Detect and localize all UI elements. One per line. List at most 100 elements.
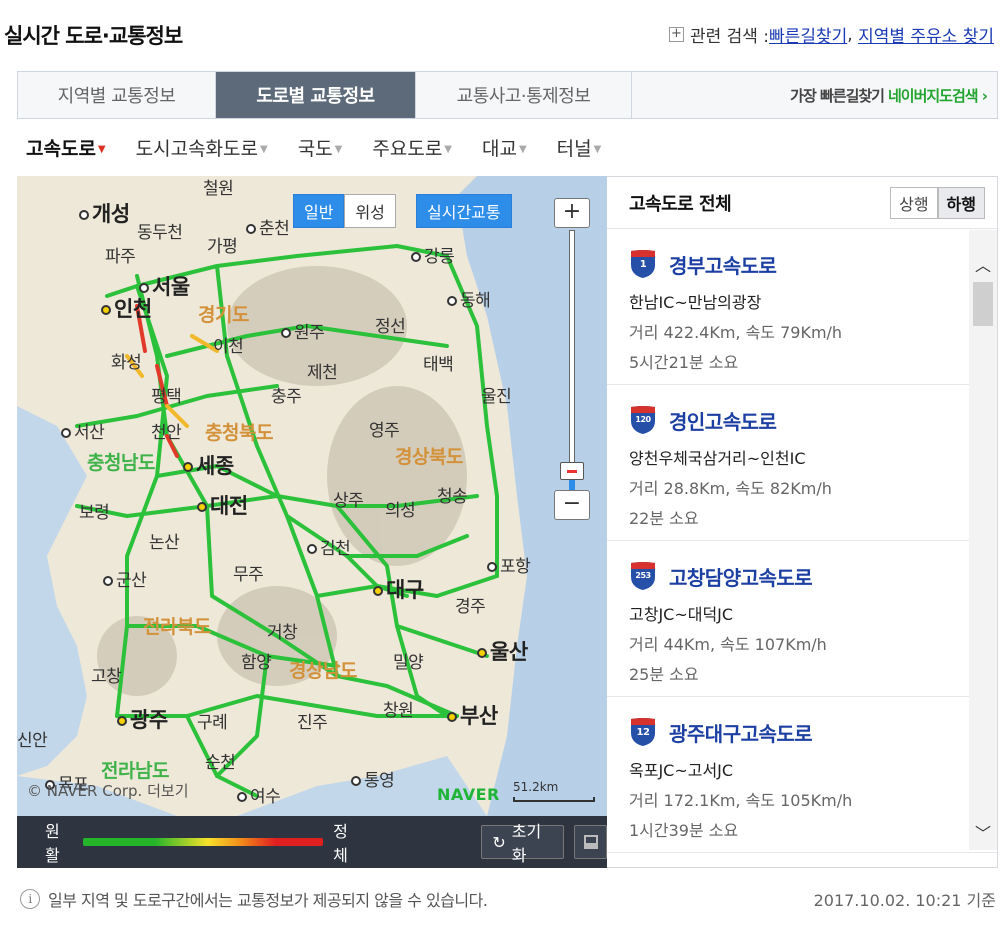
map-label-town: 동해	[447, 286, 491, 311]
plus-icon[interactable]: +	[668, 27, 684, 42]
caret-down-icon: ▼	[334, 144, 343, 155]
road-section: 한남IC~만남의광장	[629, 293, 762, 312]
map-province-label: 경기도	[198, 304, 249, 326]
city-name: 서울	[152, 275, 190, 299]
map-label-city[interactable]: 울산	[477, 636, 528, 666]
tab-regional-traffic[interactable]: 지역별 교통정보	[18, 72, 216, 118]
city-dot-icon	[139, 283, 149, 293]
nav-expressway[interactable]: 고속도로 ▼	[26, 134, 106, 161]
map-label-town: 고창	[91, 667, 122, 687]
road-name-text: 경인고속도로	[669, 409, 777, 434]
zoom-track[interactable]	[569, 230, 575, 488]
legend-gradient-bar	[83, 838, 324, 846]
map-label-city[interactable]: 세종	[183, 450, 234, 480]
scroll-up-icon[interactable]: ︿	[969, 252, 997, 278]
refresh-icon: ↻	[492, 832, 506, 852]
map-province-label: 전라남도	[101, 760, 169, 782]
zoom-in-button[interactable]: +	[554, 198, 590, 228]
nav-main-road[interactable]: 주요도로 ▼	[372, 134, 452, 161]
tab-accident-control[interactable]: 교통사고·통제정보	[416, 72, 632, 118]
road-list-panel: 고속도로 전체 상행 하행 1 경부고속도로 한남IC~만남의광장 거리 422…	[607, 176, 998, 868]
map-label-town: 제천	[307, 363, 338, 383]
direction-up-button[interactable]: 상행	[890, 186, 938, 219]
map-label-town: 강릉	[411, 242, 455, 267]
map-label-town: 울진	[481, 387, 512, 407]
naver-map-search-link[interactable]: 네이버지도검색 ›	[888, 85, 988, 106]
road-item[interactable]: 1 경부고속도로 한남IC~만남의광장 거리 422.4Km, 속도 79Km/…	[607, 229, 997, 385]
road-travel-time: 5시간21분 소요	[629, 353, 739, 372]
caret-down-icon: ▼	[444, 144, 452, 155]
related-search-label: 관련 검색 :	[689, 27, 770, 47]
map-label-town: 진주	[297, 713, 328, 733]
nav-bridge[interactable]: 대교 ▼	[482, 134, 527, 161]
map-province-label: 충청북도	[205, 422, 273, 444]
naver-map-search[interactable]: 가장 빠른길찾기 네이버지도검색 ›	[632, 72, 997, 118]
map-label-town: 원주	[281, 318, 325, 343]
road-name[interactable]: 12 광주대구고속도로	[629, 717, 997, 747]
nav-main-road-label: 주요도로	[372, 138, 443, 160]
map-label-town: 상주	[333, 491, 364, 511]
map-label-town: 통영	[351, 766, 395, 791]
map-label-town: 경주	[455, 597, 486, 617]
road-name[interactable]: 253 고창담양고속도로	[629, 561, 997, 591]
road-item[interactable]: 12 광주대구고속도로 옥포JC~고서JC 거리 172.1Km, 속도 105…	[607, 697, 997, 853]
map-label-city[interactable]: 부산	[447, 700, 498, 730]
map-province-label: 경상남도	[289, 660, 357, 682]
city-dot-icon	[103, 576, 113, 586]
realtime-traffic-button[interactable]: 실시간교통	[416, 194, 512, 228]
town-name: 동해	[460, 291, 491, 311]
map-label-town: 영주	[369, 421, 400, 441]
reset-button[interactable]: ↻ 초기화	[481, 822, 565, 865]
shield-number: 1	[639, 259, 647, 270]
scroll-down-icon[interactable]: ﹀	[969, 820, 997, 846]
map-label-city[interactable]: 개성	[79, 198, 130, 228]
zoom-slider-handle[interactable]	[560, 462, 584, 480]
fast-route-text: 가장 빠른길찾기	[790, 86, 885, 105]
scroll-thumb[interactable]	[973, 282, 993, 326]
map-label-city[interactable]: 대전	[197, 490, 248, 520]
traffic-map[interactable]: 개성 동두천 철원 춘천 가평 파주 강릉 서울 인천 동해 경기도 원주 정선…	[17, 176, 607, 816]
city-dot-icon	[281, 328, 291, 338]
town-name: 춘천	[259, 219, 290, 239]
map-label-city[interactable]: 대구	[373, 574, 424, 604]
road-name[interactable]: 1 경부고속도로	[629, 249, 997, 279]
nav-urban-expressway[interactable]: 도시고속화도로 ▼	[136, 134, 268, 161]
zoom-out-button[interactable]: −	[554, 490, 590, 520]
road-type-nav: 고속도로 ▼ 도시고속화도로 ▼ 국도 ▼ 주요도로 ▼ 대교 ▼ 터널 ▼	[26, 134, 631, 161]
nav-national-road[interactable]: 국도 ▼	[298, 134, 343, 161]
map-type-satellite-button[interactable]: 위성	[344, 194, 396, 228]
map-label-town: 의성	[385, 501, 416, 521]
town-name: 통영	[364, 771, 395, 791]
panel-scrollbar[interactable]: ︿ ﹀	[969, 230, 997, 850]
road-name[interactable]: 120 경인고속도로	[629, 405, 997, 435]
direction-toggle: 상행 하행	[890, 186, 985, 219]
city-dot-icon	[101, 305, 111, 315]
map-type-toggle: 일반 위성	[293, 194, 396, 228]
tab-road-traffic[interactable]: 도로별 교통정보	[216, 72, 416, 118]
map-label-town: 군산	[103, 566, 147, 591]
map-label-town: 포항	[487, 552, 531, 577]
road-distance-speed: 거리 44Km, 속도 107Km/h	[629, 635, 827, 654]
road-item[interactable]: 253 고창담양고속도로 고창JC~대덕JC 거리 44Km, 속도 107Km…	[607, 541, 997, 697]
nav-tunnel[interactable]: 터널 ▼	[557, 134, 602, 161]
map-label-town: 평택	[151, 387, 182, 407]
road-travel-time: 25분 소요	[629, 665, 699, 684]
direction-down-button[interactable]: 하행	[937, 186, 985, 219]
map-label-town: 천안	[151, 423, 182, 443]
map-label-town: 밀양	[393, 653, 424, 673]
map-scale-label: 51.2km	[513, 780, 559, 794]
nav-urban-expressway-label: 도시고속화도로	[135, 138, 258, 160]
road-item[interactable]: 120 경인고속도로 양천우체국삼거리~인천IC 거리 28.8Km, 속도 8…	[607, 385, 997, 541]
highway-shield-icon: 120	[629, 405, 657, 435]
map-copyright[interactable]: © NAVER Corp. 더보기	[27, 780, 189, 801]
fast-route-link[interactable]: 빠른길찾기	[769, 22, 847, 47]
fullscreen-button[interactable]	[574, 825, 607, 859]
map-label-town: 동두천	[137, 223, 183, 243]
footer-notice: i 일부 지역 및 도로구간에서는 교통정보가 제공되지 않을 수 있습니다.	[20, 887, 488, 911]
map-label-town: 신안	[17, 731, 48, 751]
map-label-city[interactable]: 인천	[101, 293, 152, 323]
gas-station-link[interactable]: 지역별 주유소 찾기	[858, 22, 994, 47]
map-label-city[interactable]: 광주	[117, 704, 168, 734]
map-type-normal-button[interactable]: 일반	[293, 194, 345, 228]
city-dot-icon	[307, 544, 317, 554]
